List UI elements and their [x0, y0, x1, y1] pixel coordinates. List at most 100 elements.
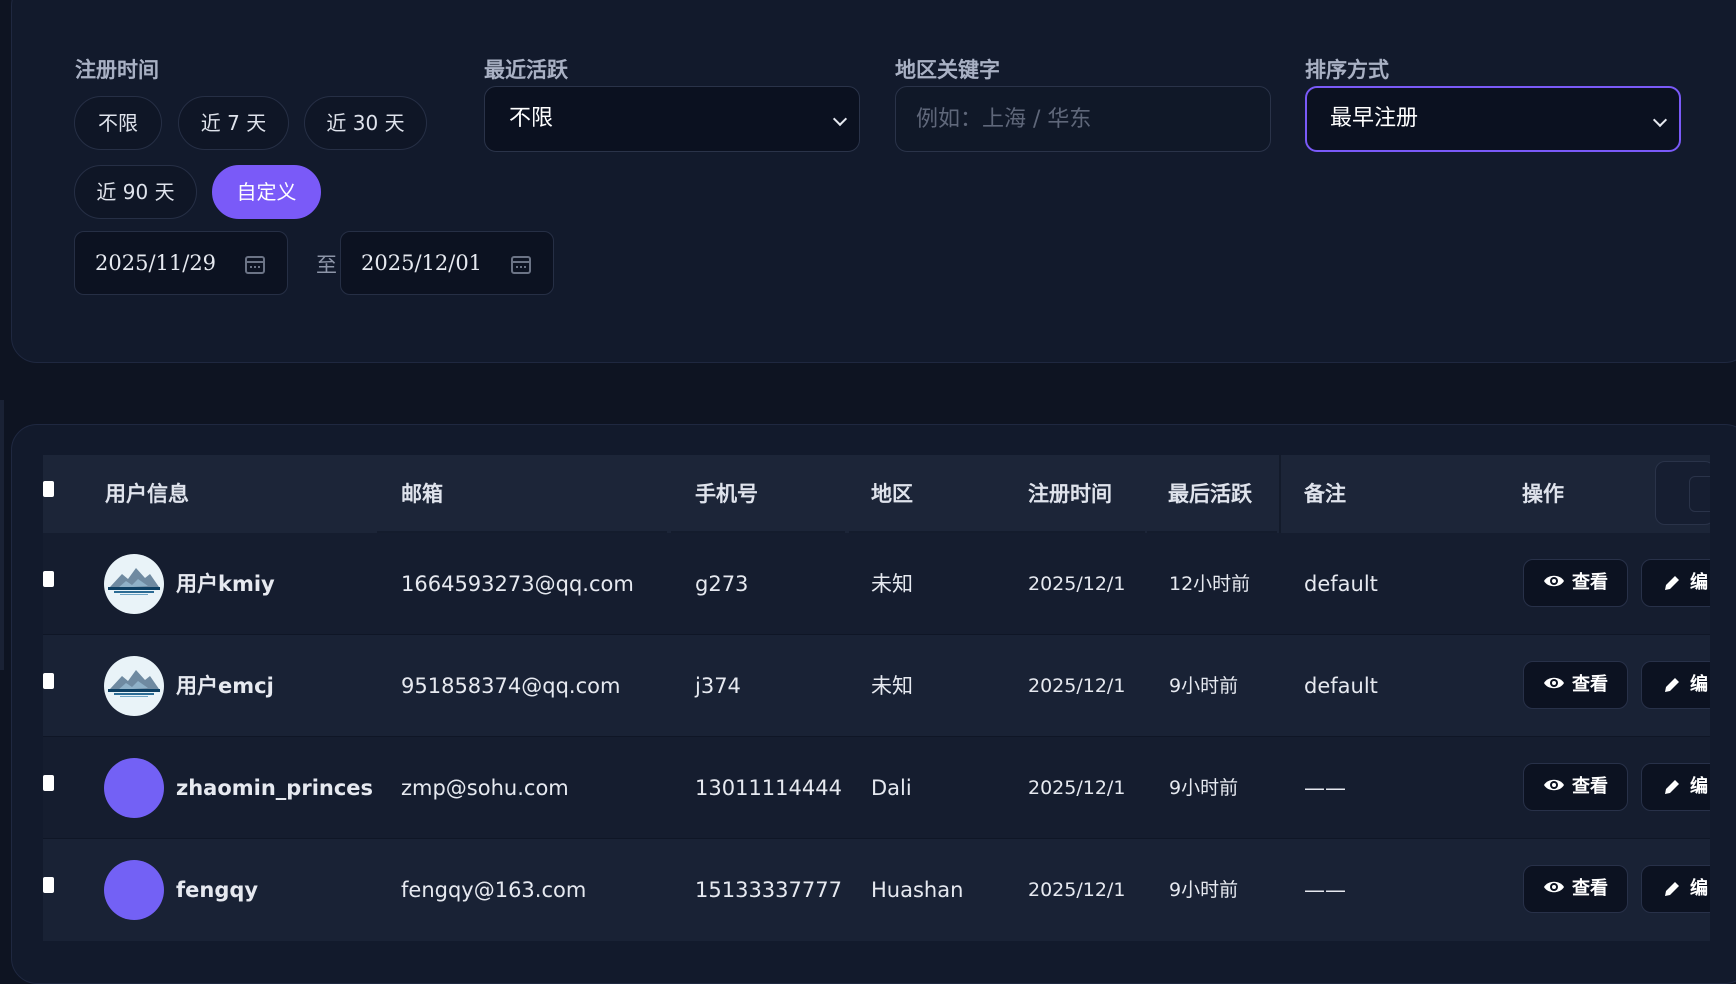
table-row[interactable]: 用户emcj 951858374@qq.com j374 未知 2025/12/…	[43, 635, 1710, 737]
row-checkbox[interactable]	[43, 775, 54, 791]
user-table: 用户信息 邮箱 手机号 地区 注册时间 最后活跃 备注 操作 用户kmiy 16…	[43, 455, 1710, 975]
header-user: 用户信息	[105, 482, 189, 506]
avatar	[104, 656, 164, 716]
column-settings-inner	[1689, 476, 1710, 512]
edit-button[interactable]: 编	[1641, 865, 1710, 913]
edit-label: 编	[1690, 674, 1708, 695]
avatar	[104, 758, 164, 818]
edit-label: 编	[1690, 572, 1708, 593]
chevron-down-icon	[1652, 112, 1668, 128]
edit-button[interactable]: 编	[1641, 661, 1710, 709]
user-name[interactable]: fengqy	[176, 839, 258, 941]
user-region: 未知	[871, 674, 913, 698]
user-name[interactable]: zhaomin_princes	[176, 737, 373, 839]
pencil-icon	[1665, 678, 1679, 692]
edit-button[interactable]: 编	[1641, 559, 1710, 607]
eye-icon	[1544, 575, 1564, 587]
view-button[interactable]: 查看	[1523, 559, 1628, 607]
user-email: fengqy@163.com	[401, 878, 587, 902]
edit-label: 编	[1690, 776, 1708, 797]
user-phone: j374	[695, 674, 741, 698]
pencil-icon	[1665, 882, 1679, 896]
date-to-value: 2025/12/01	[361, 251, 483, 275]
row-checkbox[interactable]	[43, 673, 54, 689]
chip-90-days[interactable]: 近 90 天	[74, 165, 197, 219]
view-label: 查看	[1572, 776, 1608, 797]
user-registered: 2025/12/1	[1028, 675, 1126, 697]
user-email: 1664593273@qq.com	[401, 572, 634, 596]
page-edge	[0, 400, 4, 670]
user-region: Dali	[871, 776, 912, 800]
edit-label: 编	[1690, 878, 1708, 899]
user-note: ——	[1304, 878, 1346, 902]
user-last-active: 9小时前	[1169, 675, 1239, 697]
user-table-card: 用户信息 邮箱 手机号 地区 注册时间 最后活跃 备注 操作 用户kmiy 16…	[11, 424, 1736, 984]
chip-custom[interactable]: 自定义	[212, 165, 321, 219]
column-settings-button[interactable]	[1655, 461, 1710, 525]
user-registered: 2025/12/1	[1028, 777, 1126, 799]
recent-active-label: 最近活跃	[484, 58, 568, 82]
user-name[interactable]: 用户kmiy	[176, 533, 275, 635]
eye-icon	[1544, 881, 1564, 893]
user-email: zmp@sohu.com	[401, 776, 569, 800]
header-note: 备注	[1304, 482, 1346, 506]
pencil-icon	[1665, 780, 1679, 794]
table-row[interactable]: fengqy fengqy@163.com 15133337777 Huasha…	[43, 839, 1710, 941]
user-region: 未知	[871, 572, 913, 596]
user-last-active: 9小时前	[1169, 777, 1239, 799]
date-from-field[interactable]: 2025/11/29	[74, 231, 288, 295]
avatar	[104, 860, 164, 920]
calendar-icon[interactable]	[245, 256, 265, 274]
recent-active-select[interactable]: 不限	[484, 86, 860, 152]
eye-icon	[1544, 677, 1564, 689]
view-label: 查看	[1572, 572, 1608, 593]
view-label: 查看	[1572, 878, 1608, 899]
user-phone: 13011114444	[695, 776, 842, 800]
sort-select[interactable]: 最早注册	[1305, 86, 1681, 152]
row-checkbox[interactable]	[43, 877, 54, 893]
user-region: Huashan	[871, 878, 964, 902]
view-button[interactable]: 查看	[1523, 763, 1628, 811]
row-checkbox[interactable]	[43, 571, 54, 587]
eye-icon	[1544, 779, 1564, 791]
calendar-icon[interactable]	[511, 256, 531, 274]
edit-button[interactable]: 编	[1641, 763, 1710, 811]
sort-label: 排序方式	[1305, 58, 1389, 82]
sort-value: 最早注册	[1330, 106, 1419, 131]
table-row[interactable]: zhaomin_princes zmp@sohu.com 13011114444…	[43, 737, 1710, 839]
header-last-active: 最后活跃	[1168, 482, 1252, 506]
table-header: 用户信息 邮箱 手机号 地区 注册时间 最后活跃 备注 操作	[43, 455, 1710, 533]
header-actions: 操作	[1522, 482, 1564, 506]
date-to-field[interactable]: 2025/12/01	[340, 231, 554, 295]
user-registered: 2025/12/1	[1028, 879, 1126, 901]
pencil-icon	[1665, 576, 1679, 590]
view-label: 查看	[1572, 674, 1608, 695]
chip-30-days[interactable]: 近 30 天	[304, 96, 427, 150]
view-button[interactable]: 查看	[1523, 865, 1628, 913]
filter-panel: 注册时间 不限 近 7 天 近 30 天 近 90 天 自定义 2025/11/…	[11, 0, 1736, 363]
chip-7-days[interactable]: 近 7 天	[178, 96, 289, 150]
user-note: default	[1304, 572, 1378, 596]
date-range-separator: 至	[316, 253, 337, 277]
select-all-checkbox[interactable]	[43, 481, 54, 497]
chip-any[interactable]: 不限	[74, 96, 162, 150]
header-divider	[1279, 455, 1281, 533]
user-note: ——	[1304, 776, 1346, 800]
view-button[interactable]: 查看	[1523, 661, 1628, 709]
user-registered: 2025/12/1	[1028, 573, 1126, 595]
header-registered: 注册时间	[1028, 482, 1112, 506]
user-phone: 15133337777	[695, 878, 842, 902]
user-last-active: 12小时前	[1169, 573, 1251, 595]
table-row[interactable]: 用户kmiy 1664593273@qq.com g273 未知 2025/12…	[43, 533, 1710, 635]
chevron-down-icon	[832, 111, 848, 127]
avatar	[104, 554, 164, 614]
user-email: 951858374@qq.com	[401, 674, 621, 698]
user-note: default	[1304, 674, 1378, 698]
user-name[interactable]: 用户emcj	[176, 635, 274, 737]
region-keyword-input[interactable]	[895, 86, 1271, 152]
recent-active-value: 不限	[509, 106, 554, 131]
header-phone: 手机号	[695, 482, 758, 506]
header-region: 地区	[871, 482, 913, 506]
header-email: 邮箱	[401, 482, 443, 506]
reg-time-label: 注册时间	[75, 58, 159, 82]
